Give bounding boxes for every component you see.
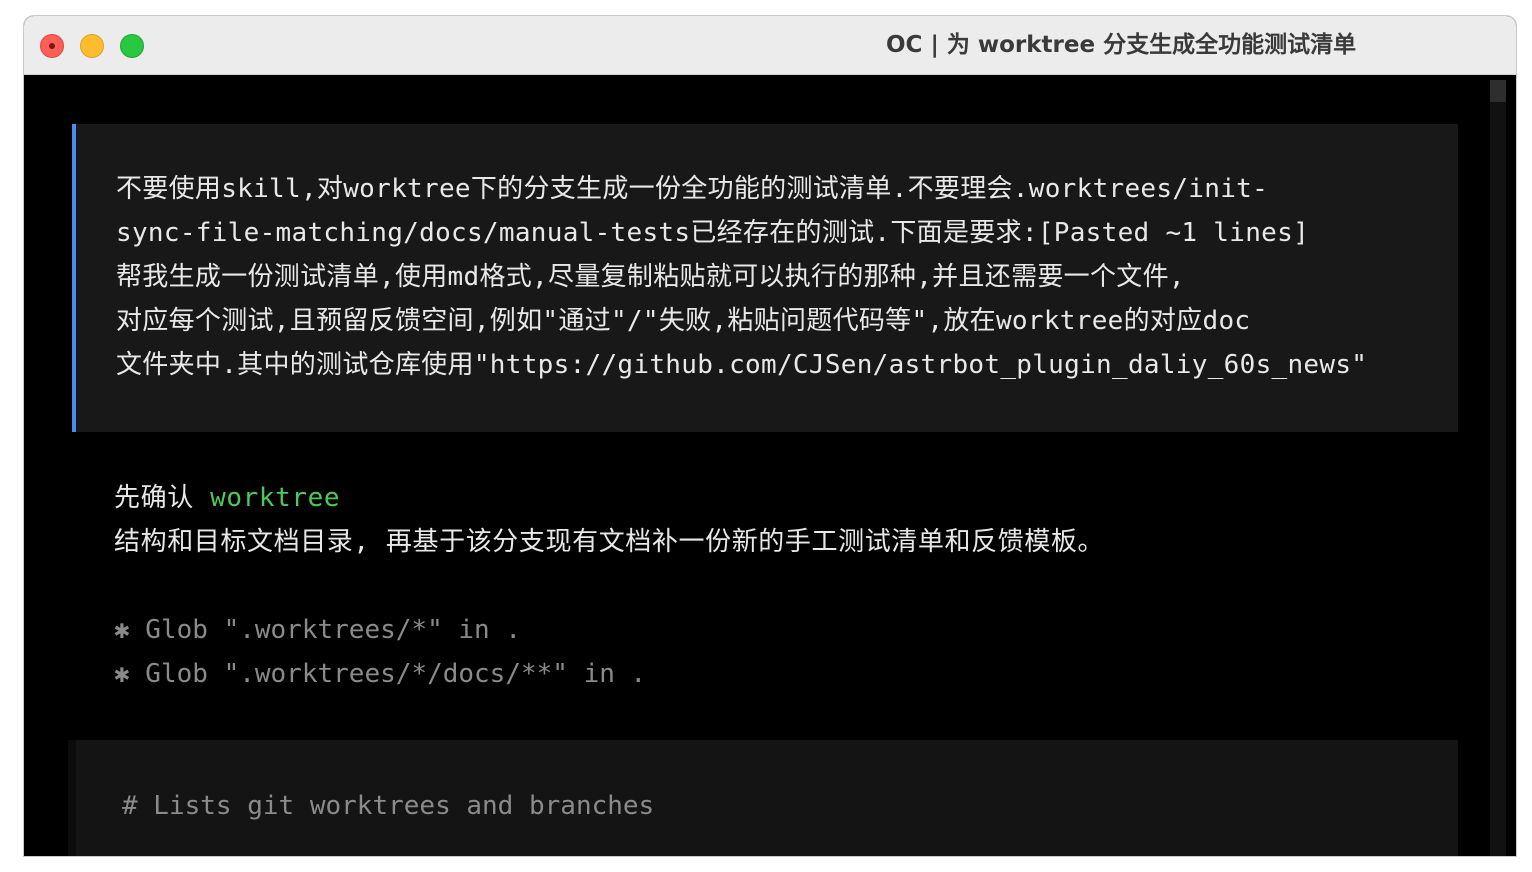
window-title: OC | 为 worktree 分支生成全功能测试清单: [886, 32, 1357, 58]
code-comment: # Lists git worktrees and branches: [122, 791, 655, 821]
tool-call-glob: ✱ Glob ".worktrees/*" in .: [114, 615, 521, 645]
title-bar: OC | 为 worktree 分支生成全功能测试清单: [24, 16, 1516, 75]
user-message-block: 不要使用skill,对worktree下的分支生成一份全功能的测试清单.不要理会…: [72, 124, 1458, 432]
tool-call-glob: ✱ Glob ".worktrees/*/docs/**" in .: [114, 659, 647, 689]
scrollbar[interactable]: [1490, 80, 1506, 856]
assistant-reply-line: 结构和目标文档目录, 再基于该分支现有文档补一份新的手工测试清单和反馈模板。: [114, 527, 1105, 557]
minimize-window-button[interactable]: [80, 34, 104, 58]
code-block: # Lists git worktrees and branches: [68, 740, 1458, 856]
assistant-reply-line: 先确认 worktree: [114, 476, 340, 520]
user-message-line: 不要使用skill,对worktree下的分支生成一份全功能的测试清单.不要理会…: [116, 174, 1269, 204]
terminal-content[interactable]: 不要使用skill,对worktree下的分支生成一份全功能的测试清单.不要理会…: [24, 75, 1516, 856]
user-message-line: 文件夹中.其中的测试仓库使用"https://github.com/CJSen/…: [116, 350, 1368, 380]
assistant-reply-prefix: 先确认: [114, 483, 211, 513]
assistant-reply-highlight: worktree: [210, 483, 341, 513]
terminal-window: OC | 为 worktree 分支生成全功能测试清单 不要使用skill,对w…: [24, 16, 1516, 856]
user-message-line: 帮我生成一份测试清单,使用md格式,尽量复制粘贴就可以执行的那种,并且还需要一个…: [116, 262, 1185, 292]
scrollbar-thumb[interactable]: [1490, 80, 1506, 102]
user-message-line: 对应每个测试,且预留反馈空间,例如"通过"/"失败,粘贴问题代码等",放在wor…: [116, 306, 1251, 336]
zoom-window-button[interactable]: [120, 34, 144, 58]
close-window-button[interactable]: [40, 34, 64, 58]
user-message-line: sync-file-matching/docs/manual-tests已经存在…: [116, 218, 1310, 248]
